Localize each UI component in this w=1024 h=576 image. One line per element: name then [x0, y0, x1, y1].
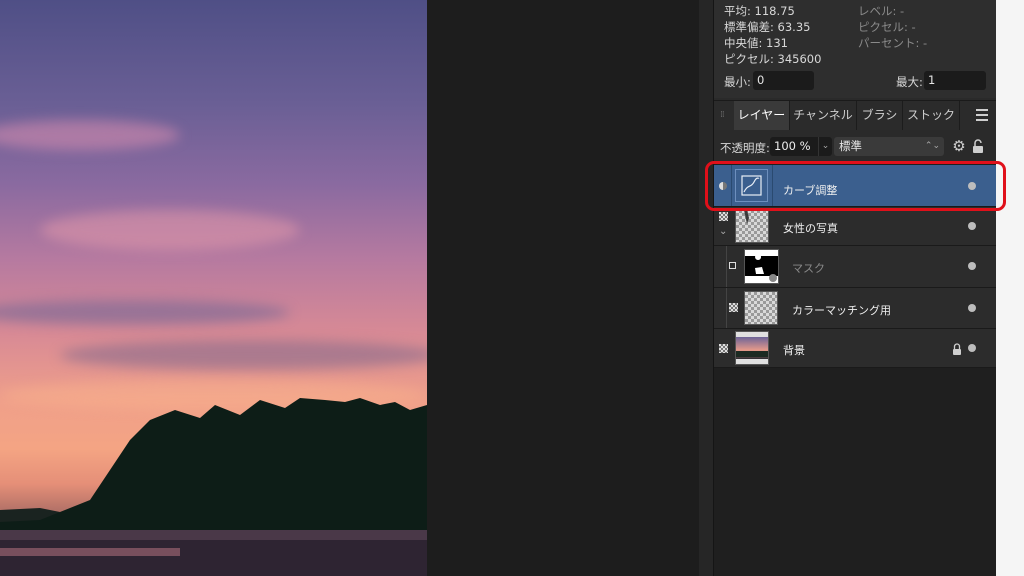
pixel-layer-icon [719, 344, 728, 353]
right-panel: 平均: 118.75 標準偏差: 63.35 中央値: 131 ピクセル: 34… [714, 0, 996, 576]
photo-thumb [735, 209, 769, 243]
visibility-dot-icon[interactable] [968, 344, 976, 352]
opacity-input[interactable]: 100 % [770, 137, 818, 156]
layer-name: マスク [792, 262, 825, 275]
min-label: 最小: [724, 75, 751, 89]
transparent-thumb [744, 291, 778, 325]
chevron-down-icon[interactable]: ⌄ [719, 226, 727, 237]
canvas-background [427, 0, 699, 576]
drag-grip-icon[interactable]: ⁞⁞ [720, 110, 728, 122]
stat-mean: 平均: 118.75 [724, 4, 795, 18]
mask-thumb [744, 249, 779, 284]
max-label: 最大: [896, 75, 923, 89]
stat-pixel-selection: ピクセル: - [858, 20, 916, 34]
opacity-label: 不透明度: [720, 141, 770, 155]
annotation-highlight [705, 161, 1006, 211]
tab-layers[interactable]: レイヤー [734, 101, 790, 130]
histogram-stats: 平均: 118.75 標準偏差: 63.35 中央値: 131 ピクセル: 34… [714, 0, 996, 98]
stat-median: 中央値: 131 [724, 36, 788, 50]
sunset-thumb [735, 331, 769, 365]
min-input[interactable]: 0 [753, 71, 814, 90]
layer-woman-photo[interactable]: ⌄ 女性の写真 [714, 207, 996, 246]
visibility-dot-icon[interactable] [968, 222, 976, 230]
blend-mode-value: 標準 [839, 139, 862, 153]
pixel-layer-icon [719, 212, 728, 221]
layer-options-row: 不透明度: 100 % ⌄ 標準 ⌃⌄ ⚙ [714, 130, 996, 162]
max-input[interactable]: 1 [924, 71, 986, 90]
opacity-dropdown-icon[interactable]: ⌄ [818, 137, 832, 156]
blend-chevron-icon: ⌃⌄ [924, 141, 940, 151]
panel-tabs: ⁞⁞ レイヤー チャンネル ブラシ ストック [714, 100, 996, 131]
layers-list: カーブ調整 ⌄ 女性の写真 マスク カラーマッチング用 背景 [714, 162, 996, 576]
stat-pixels: ピクセル: 345600 [724, 52, 822, 66]
group-indent-line [726, 288, 727, 328]
panel-gutter [699, 0, 714, 576]
window-edge [996, 0, 1024, 576]
stat-percent: パーセント: - [858, 36, 928, 50]
pixel-layer-icon [729, 303, 738, 312]
blend-mode-select[interactable]: 標準 ⌃⌄ [834, 137, 944, 156]
layer-name: 女性の写真 [783, 222, 838, 235]
visibility-dot-icon[interactable] [968, 304, 976, 312]
visibility-dot-icon[interactable] [968, 262, 976, 270]
stat-level: レベル: - [858, 4, 905, 18]
layer-name: カラーマッチング用 [792, 304, 891, 317]
tab-stock[interactable]: ストック [903, 101, 960, 130]
panel-menu-icon[interactable] [976, 109, 988, 121]
gear-icon[interactable]: ⚙ [951, 138, 967, 154]
canvas-photo[interactable] [0, 0, 427, 576]
stat-std-dev: 標準偏差: 63.35 [724, 20, 811, 34]
layer-mask[interactable]: マスク [714, 246, 996, 288]
mask-type-icon [729, 262, 736, 269]
lock-icon[interactable] [952, 341, 962, 360]
layer-background[interactable]: 背景 [714, 329, 996, 368]
layer-name: 背景 [783, 344, 805, 357]
lock-icon[interactable] [972, 139, 986, 155]
layer-color-matching[interactable]: カラーマッチング用 [714, 288, 996, 329]
tab-channels[interactable]: チャンネル [790, 101, 857, 130]
tab-brushes[interactable]: ブラシ [857, 101, 903, 130]
group-indent-line [726, 246, 727, 287]
